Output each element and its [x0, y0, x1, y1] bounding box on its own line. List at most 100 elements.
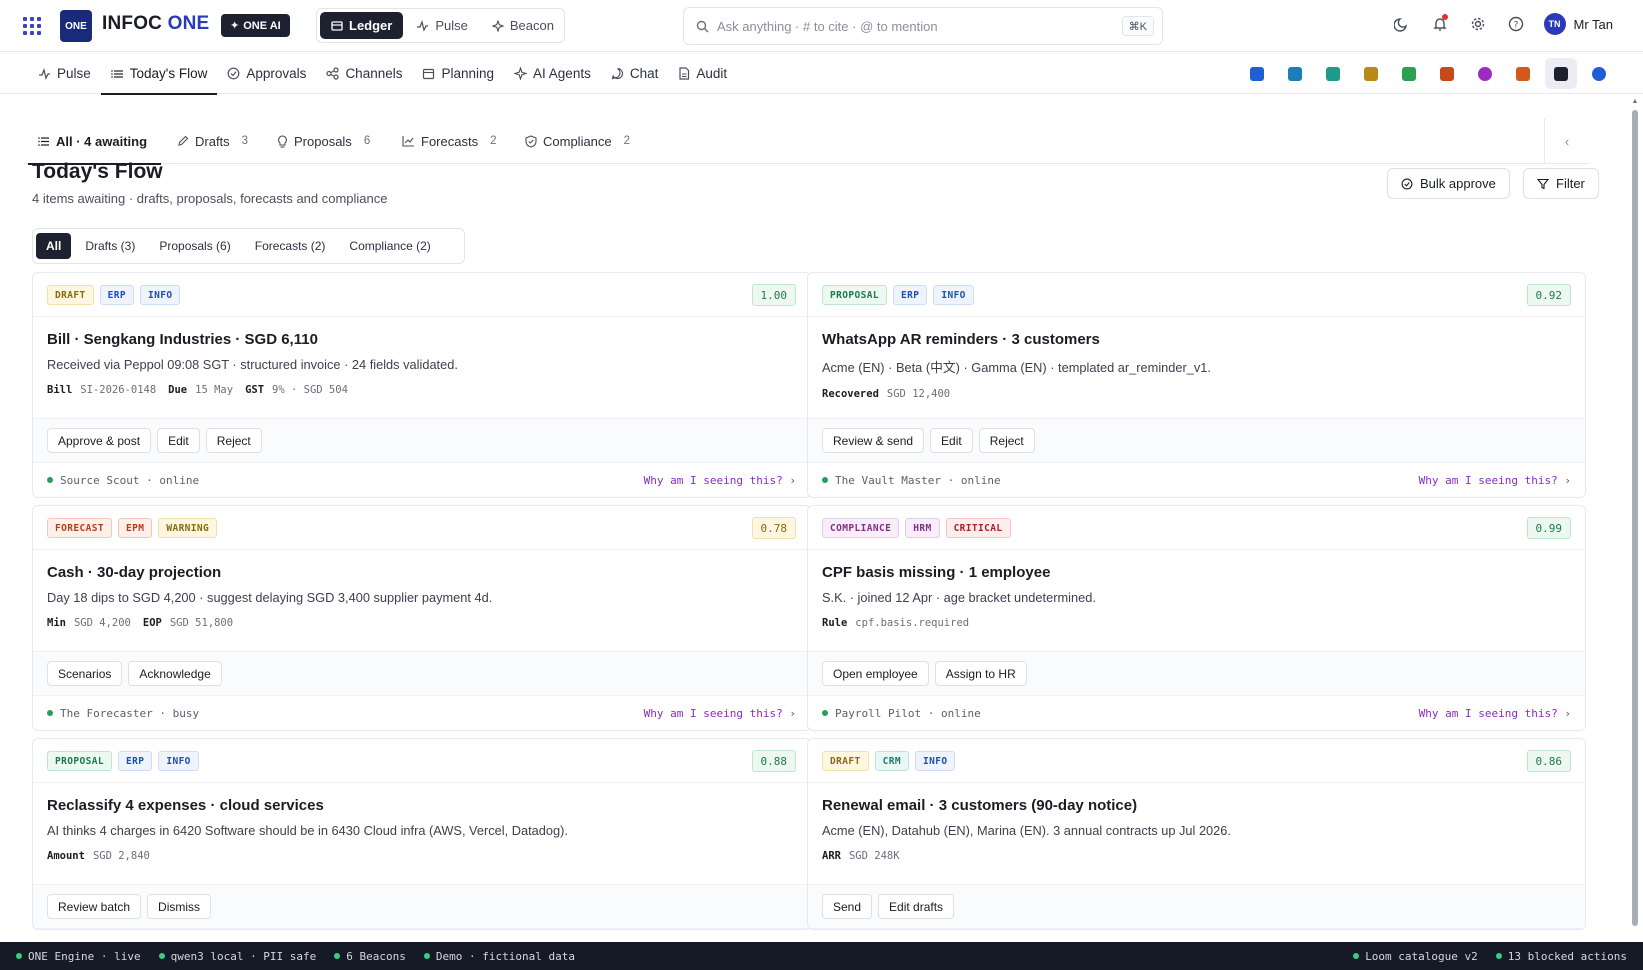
agent-status: Source Scout · online: [47, 474, 199, 487]
flow-card[interactable]: DRAFT CRM INFO 0.86 Renewal email · 3 cust…: [807, 738, 1586, 930]
compass-app-button[interactable]: [1583, 58, 1615, 89]
briefcase-app-button[interactable]: [1431, 58, 1463, 89]
badge-erp: ERP: [892, 285, 928, 305]
help-icon[interactable]: ?: [1506, 14, 1526, 34]
meta-field: EOP SGD 51,800: [142, 617, 234, 629]
badge-info: INFO: [914, 751, 956, 771]
switch-ledger[interactable]: Ledger: [320, 12, 404, 39]
scrollbar-thumb[interactable]: [1632, 110, 1638, 926]
scenarios-button[interactable]: Scenarios: [47, 661, 123, 686]
review-batch-button[interactable]: Review batch: [47, 894, 142, 919]
tab-todays-flow[interactable]: Today's Flow: [100, 53, 218, 95]
bell-icon[interactable]: [1430, 14, 1450, 34]
acknowledge-button[interactable]: Acknowledge: [128, 661, 222, 686]
flow-card[interactable]: PROPOSAL ERP INFO 0.92 WhatsApp AR reminde…: [807, 272, 1586, 498]
tab-ai-agents[interactable]: AI Agents: [504, 53, 601, 94]
collapse-panel-button[interactable]: ‹: [1544, 118, 1589, 164]
sparkle-icon: ✦: [230, 20, 240, 32]
meta-field: Amount SGD 2,840: [47, 850, 150, 862]
card-title[interactable]: Reclassify 4 expenses · cloud services: [47, 797, 796, 814]
chip-proposals[interactable]: Proposals (6): [149, 233, 240, 259]
subtab-proposals[interactable]: Proposals 6: [277, 118, 370, 164]
one-ai-button[interactable]: ✦ ONE AI: [221, 14, 290, 37]
dismiss-button[interactable]: Dismiss: [147, 894, 212, 919]
chip-compliance[interactable]: Compliance (2): [339, 233, 440, 259]
check-circle-icon: [227, 67, 240, 80]
people-app-button[interactable]: [1317, 58, 1349, 89]
edit-button[interactable]: Edit: [930, 428, 973, 453]
reject-button[interactable]: Reject: [978, 428, 1035, 453]
trend-icon: [402, 136, 414, 147]
tab-chat[interactable]: Chat: [601, 53, 669, 94]
card-title[interactable]: WhatsApp AR reminders · 3 customers: [822, 331, 1571, 348]
chart-app-button[interactable]: [1507, 58, 1539, 89]
card-title[interactable]: Renewal email · 3 customers (90-day noti…: [822, 797, 1571, 814]
why-seeing-link[interactable]: Why am I seeing this? ›: [644, 707, 796, 720]
card-title[interactable]: CPF basis missing · 1 employee: [822, 564, 1571, 581]
online-dot: [47, 710, 53, 716]
switch-beacon[interactable]: Beacon: [481, 12, 565, 39]
search-icon: [696, 20, 709, 32]
review-send-button[interactable]: Review & send: [822, 428, 925, 453]
user-name[interactable]: Mr Tan: [1574, 17, 1614, 32]
assign-to-hr-button[interactable]: Assign to HR: [934, 661, 1027, 686]
search-input[interactable]: Ask anything · # to cite · @ to mention …: [683, 7, 1163, 45]
chip-drafts[interactable]: Drafts (3): [75, 233, 145, 259]
subtab-all[interactable]: All · 4 awaiting: [27, 118, 162, 165]
open-employee-button[interactable]: Open employee: [822, 661, 929, 686]
meta-field: Recovered SGD 12,400: [822, 388, 951, 400]
tab-pulse[interactable]: Pulse: [28, 53, 101, 94]
box-app-button[interactable]: [1393, 58, 1425, 89]
reject-button[interactable]: Reject: [205, 428, 262, 453]
flow-card[interactable]: DRAFT ERP INFO 1.00 Bill · Sengkang Indust…: [32, 272, 811, 498]
edit-button[interactable]: Edit: [157, 428, 200, 453]
why-seeing-link[interactable]: Why am I seeing this? ›: [1419, 474, 1571, 487]
chip-forecasts[interactable]: Forecasts (2): [245, 233, 336, 259]
tab-planning[interactable]: Planning: [412, 53, 504, 94]
flow-card[interactable]: PROPOSAL ERP INFO 0.88 Reclassify 4 expens…: [32, 738, 811, 930]
avatar[interactable]: TN: [1543, 13, 1566, 35]
edit-drafts-button[interactable]: Edit drafts: [878, 894, 955, 919]
chip-all[interactable]: All: [36, 233, 72, 259]
moon-icon[interactable]: [1392, 14, 1412, 34]
briefcase-icon: [1440, 66, 1454, 81]
gear-icon[interactable]: [1468, 14, 1488, 34]
subtab-forecasts[interactable]: Forecasts 2: [402, 118, 496, 164]
meta-field: Bill SI-2026-0148: [47, 384, 157, 396]
scroll-up-icon[interactable]: ▲: [1631, 98, 1639, 106]
badge-compliance: COMPLIANCE: [822, 518, 900, 538]
card-title[interactable]: Cash · 30-day projection: [47, 564, 796, 581]
ai-sparkle-app-button[interactable]: [1545, 58, 1577, 89]
switch-pulse[interactable]: Pulse: [405, 12, 479, 39]
flow-card[interactable]: FORECAST EPM WARNING 0.78 Cash · 30-day pr…: [32, 505, 811, 731]
bulk-approve-button[interactable]: Bulk approve: [1387, 168, 1510, 199]
tab-label: Pulse: [57, 66, 91, 81]
home-app-button[interactable]: [1241, 58, 1273, 89]
subtab-drafts[interactable]: Drafts 3: [177, 118, 248, 164]
chart-icon: [1516, 66, 1530, 81]
flow-card[interactable]: COMPLIANCE HRM CRITICAL 0.99 CPF basis mis…: [807, 505, 1586, 731]
subtab-compliance[interactable]: Compliance 2: [525, 118, 630, 164]
scrollbar[interactable]: ▲: [1631, 98, 1639, 926]
book-app-button[interactable]: [1279, 58, 1311, 89]
tab-label: Today's Flow: [129, 66, 208, 81]
tab-channels[interactable]: Channels: [316, 53, 412, 94]
confidence-score: 0.78: [751, 517, 796, 539]
tab-approvals[interactable]: Approvals: [217, 53, 316, 94]
logo[interactable]: ONE: [60, 10, 92, 42]
svg-text:?: ?: [1513, 21, 1518, 31]
tab-audit[interactable]: Audit: [668, 53, 737, 94]
card-actions: Review batch Dismiss: [33, 885, 810, 929]
person-circle-app-button[interactable]: [1469, 58, 1501, 89]
app-grid-icon[interactable]: [23, 17, 41, 35]
meta-field: GST 9% · SGD 504: [245, 384, 348, 396]
card-app-button[interactable]: [1355, 58, 1387, 89]
why-seeing-link[interactable]: Why am I seeing this? ›: [644, 474, 796, 487]
filter-button[interactable]: Filter: [1523, 168, 1599, 199]
send-button[interactable]: Send: [822, 894, 873, 919]
meta-field: Rule cpf.basis.required: [822, 617, 970, 629]
why-seeing-link[interactable]: Why am I seeing this? ›: [1419, 707, 1571, 720]
approve-post-button[interactable]: Approve & post: [47, 428, 152, 453]
pencil-icon: [178, 135, 189, 146]
card-title[interactable]: Bill · Sengkang Industries · SGD 6,110: [47, 331, 796, 348]
